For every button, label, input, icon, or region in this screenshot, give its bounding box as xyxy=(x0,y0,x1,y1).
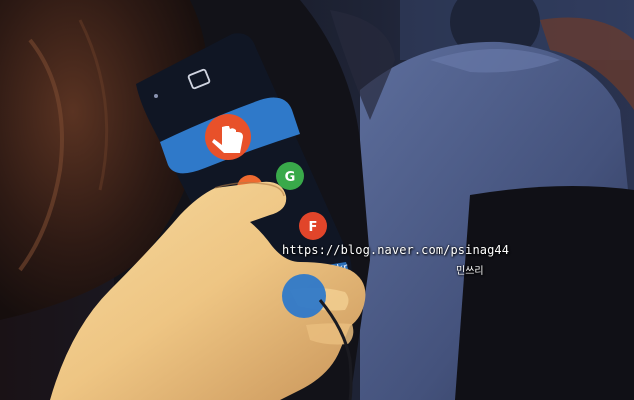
remote-button-f[interactable]: F xyxy=(299,212,327,240)
blue-dot-overlay xyxy=(282,274,326,318)
watermark-url: https://blog.naver.com/psinag44 xyxy=(282,243,510,257)
button-g-label: G xyxy=(285,170,296,185)
photo-illustration: A G F E www co.kr xyxy=(0,0,634,400)
hand-button[interactable] xyxy=(205,114,251,160)
remote-led xyxy=(154,94,158,98)
dark-chair xyxy=(455,186,634,400)
remote-button-g[interactable]: G xyxy=(276,162,304,190)
photo-scene: A G F E www co.kr https://blog.naver.com… xyxy=(0,0,634,400)
watermark-name: 민쓰리 xyxy=(456,266,484,277)
button-f-label: F xyxy=(309,220,318,235)
